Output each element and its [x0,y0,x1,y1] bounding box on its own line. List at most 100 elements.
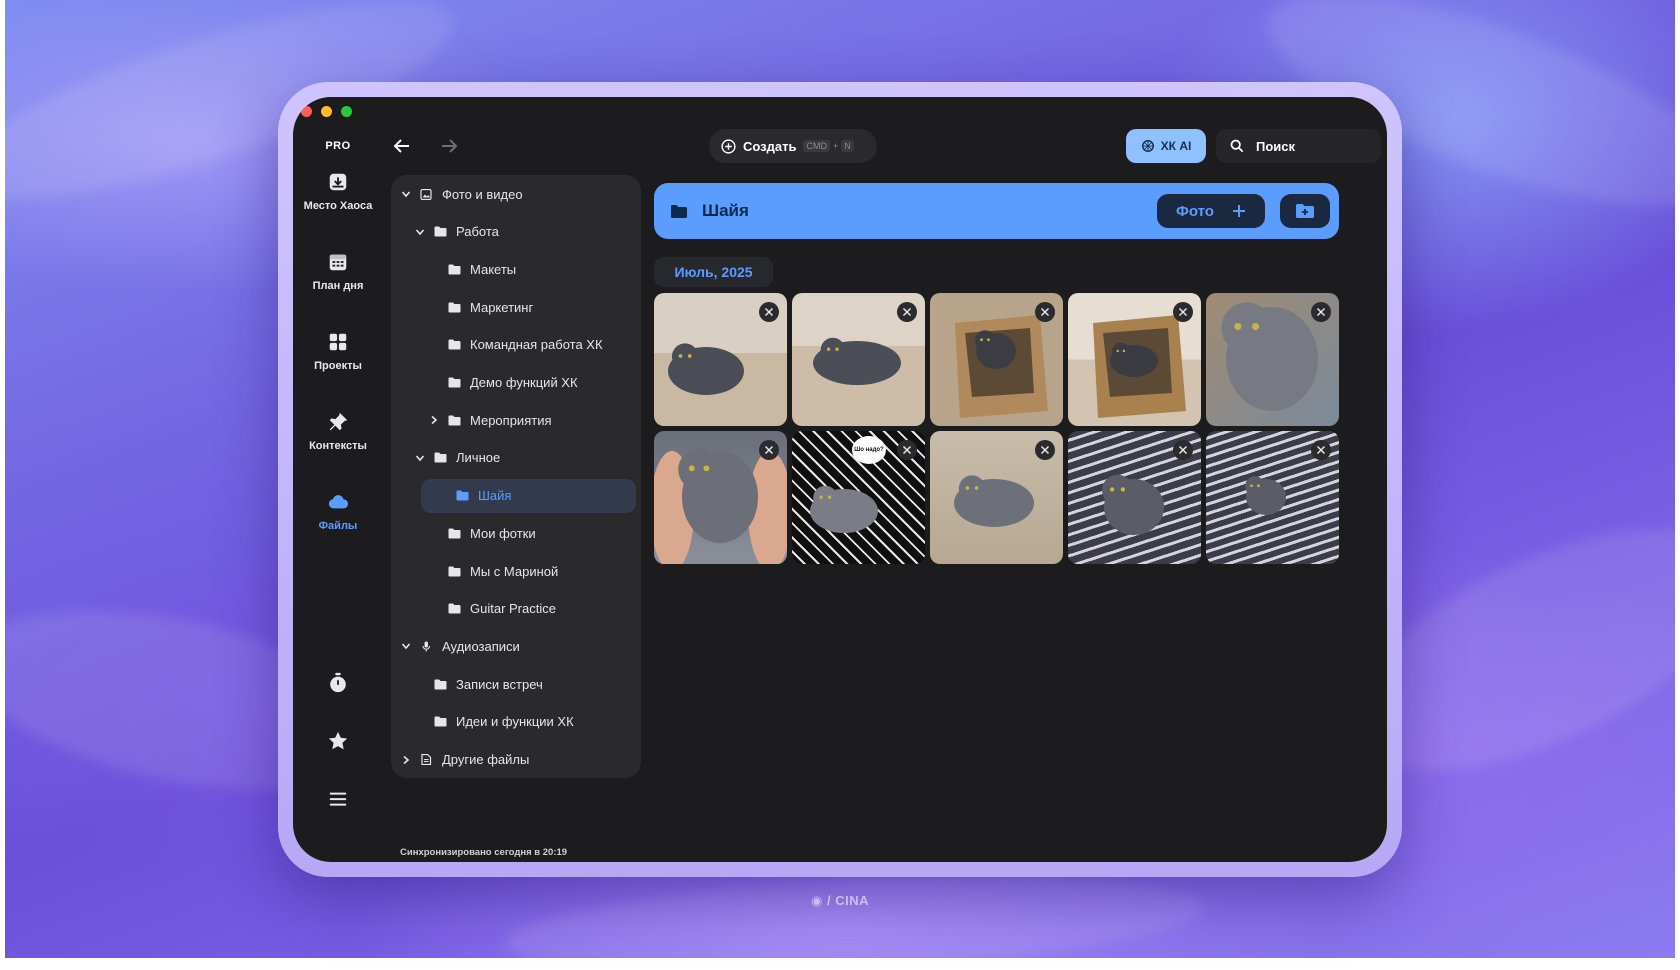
search-input[interactable]: Поиск [1216,129,1381,163]
remove-photo-button[interactable] [897,302,917,322]
chevron-spacer [429,264,439,274]
new-folder-button[interactable] [1280,194,1330,228]
photo-thumbnail[interactable] [654,431,787,564]
tree-item[interactable]: Личное [415,441,500,475]
photo-thumbnail[interactable] [1068,293,1201,426]
tree-item[interactable]: Записи встреч [415,667,543,701]
back-arrow-icon[interactable] [392,136,412,156]
photo-thumbnail[interactable] [654,293,787,426]
watermark-icon: ◉ [811,893,827,908]
folder-icon [448,566,461,576]
star-icon[interactable] [327,730,349,752]
chevron-right-icon[interactable] [401,755,411,765]
calendar-icon [329,254,347,271]
tree-item[interactable]: Фото и видео [401,177,523,211]
pin-icon [329,412,348,431]
tree-item[interactable]: Демо функций ХК [429,366,578,400]
folder-icon [671,204,687,218]
timer-icon[interactable] [327,672,349,694]
folder-icon [434,716,447,727]
tree-item-label: Записи встреч [456,676,543,692]
forward-arrow-icon[interactable] [439,136,459,156]
chevron-spacer [429,566,439,576]
image-icon [420,188,432,200]
pro-badge: PRO [325,140,351,152]
folder-header: Шайя Фото [654,183,1339,239]
chevron-spacer [437,491,447,501]
rail-item-label: Файлы [318,520,358,532]
photo-thumbnail[interactable] [1068,431,1201,564]
rail-item-chaos[interactable]: Место Хаоса [293,171,383,212]
ai-button[interactable]: ХК AI [1126,129,1206,163]
photo-thumbnail[interactable]: Шо надо? [792,431,925,564]
photo-thumbnail[interactable] [930,431,1063,564]
remove-photo-button[interactable] [759,302,779,322]
inbox-tray-icon [329,173,347,191]
rail-item-day-plan[interactable]: План дня [293,251,383,292]
chevron-down-icon[interactable] [415,453,425,463]
tree-item[interactable]: Мои фотки [429,516,536,550]
folder-icon [434,452,447,463]
tree-item-label: Мероприятия [470,412,552,428]
add-photo-button[interactable]: Фото [1157,194,1265,228]
remove-photo-button[interactable] [1173,302,1193,322]
tree-item-label: Демо функций ХК [470,375,578,390]
chevron-down-icon[interactable] [401,641,411,651]
tree-item-label: Макеты [470,261,517,277]
tree-item[interactable]: Командная работа ХК [429,328,603,362]
photo-thumbnail[interactable] [930,293,1063,426]
photo-grid: Шо надо? [654,293,1340,564]
rail-item-projects[interactable]: Проекты [293,331,383,372]
date-group-label: Июль, 2025 [654,257,773,287]
menu-icon[interactable] [327,788,349,810]
folder-tree: Фото и видео Работа Макеты Маркетинг Командн… [391,175,641,778]
tree-item[interactable]: Маркетинг [429,290,533,324]
photo-thumbnail[interactable] [792,293,925,426]
rail-item-files[interactable]: Файлы [293,491,383,532]
close-icon [1040,445,1050,455]
tree-item[interactable]: Guitar Practice [429,592,556,626]
tree-item[interactable]: Мероприятия [429,403,552,437]
rail-item-label: Проекты [314,360,362,372]
tree-item[interactable]: Шайя [421,478,636,513]
chevron-right-icon[interactable] [429,415,439,425]
remove-photo-button[interactable] [897,440,917,460]
chevron-down-icon[interactable] [415,227,425,237]
folder-title: Шайя [702,201,749,220]
photo-thumbnail[interactable] [1206,293,1339,426]
tree-item[interactable]: Аудиозаписи [401,629,520,663]
remove-photo-button[interactable] [1035,440,1055,460]
grid-icon [329,333,347,351]
close-icon [902,307,912,317]
ai-button-label: ХК AI [1160,139,1192,153]
rail-item-contexts[interactable]: Контексты [293,411,383,452]
plus-circle-icon [721,138,736,154]
app-window: PRO Место Хаоса План дня Проекты Контекс… [293,97,1387,862]
tree-item[interactable]: Идеи и функции ХК [415,705,574,739]
photo-thumbnail[interactable] [1206,431,1339,564]
folder-icon [434,226,447,237]
folder-icon [448,339,461,350]
remove-photo-button[interactable] [1035,302,1055,322]
close-icon [764,307,774,317]
folder-icon [448,603,461,614]
tree-item[interactable]: Другие файлы [401,743,529,777]
create-button[interactable]: Создать CMD + N [709,129,877,163]
remove-photo-button[interactable] [1311,440,1331,460]
chevron-spacer [429,604,439,614]
chevron-spacer [429,302,439,312]
tree-item[interactable]: Мы с Мариной [429,554,558,588]
tree-item-label: Другие файлы [442,752,530,767]
tree-item[interactable]: Работа [415,215,499,249]
folder-icon [434,679,447,690]
remove-photo-button[interactable] [1311,302,1331,322]
tree-item-label: Аудиозаписи [442,638,520,654]
tree-item[interactable]: Макеты [429,252,516,286]
remove-photo-button[interactable] [1173,440,1193,460]
tree-item-label: Guitar Practice [470,601,556,617]
remove-photo-button[interactable] [759,440,779,460]
close-icon [1040,307,1050,317]
plus-icon [1232,205,1245,217]
chevron-down-icon[interactable] [401,189,411,199]
tree-item-label: Шайя [478,488,512,504]
